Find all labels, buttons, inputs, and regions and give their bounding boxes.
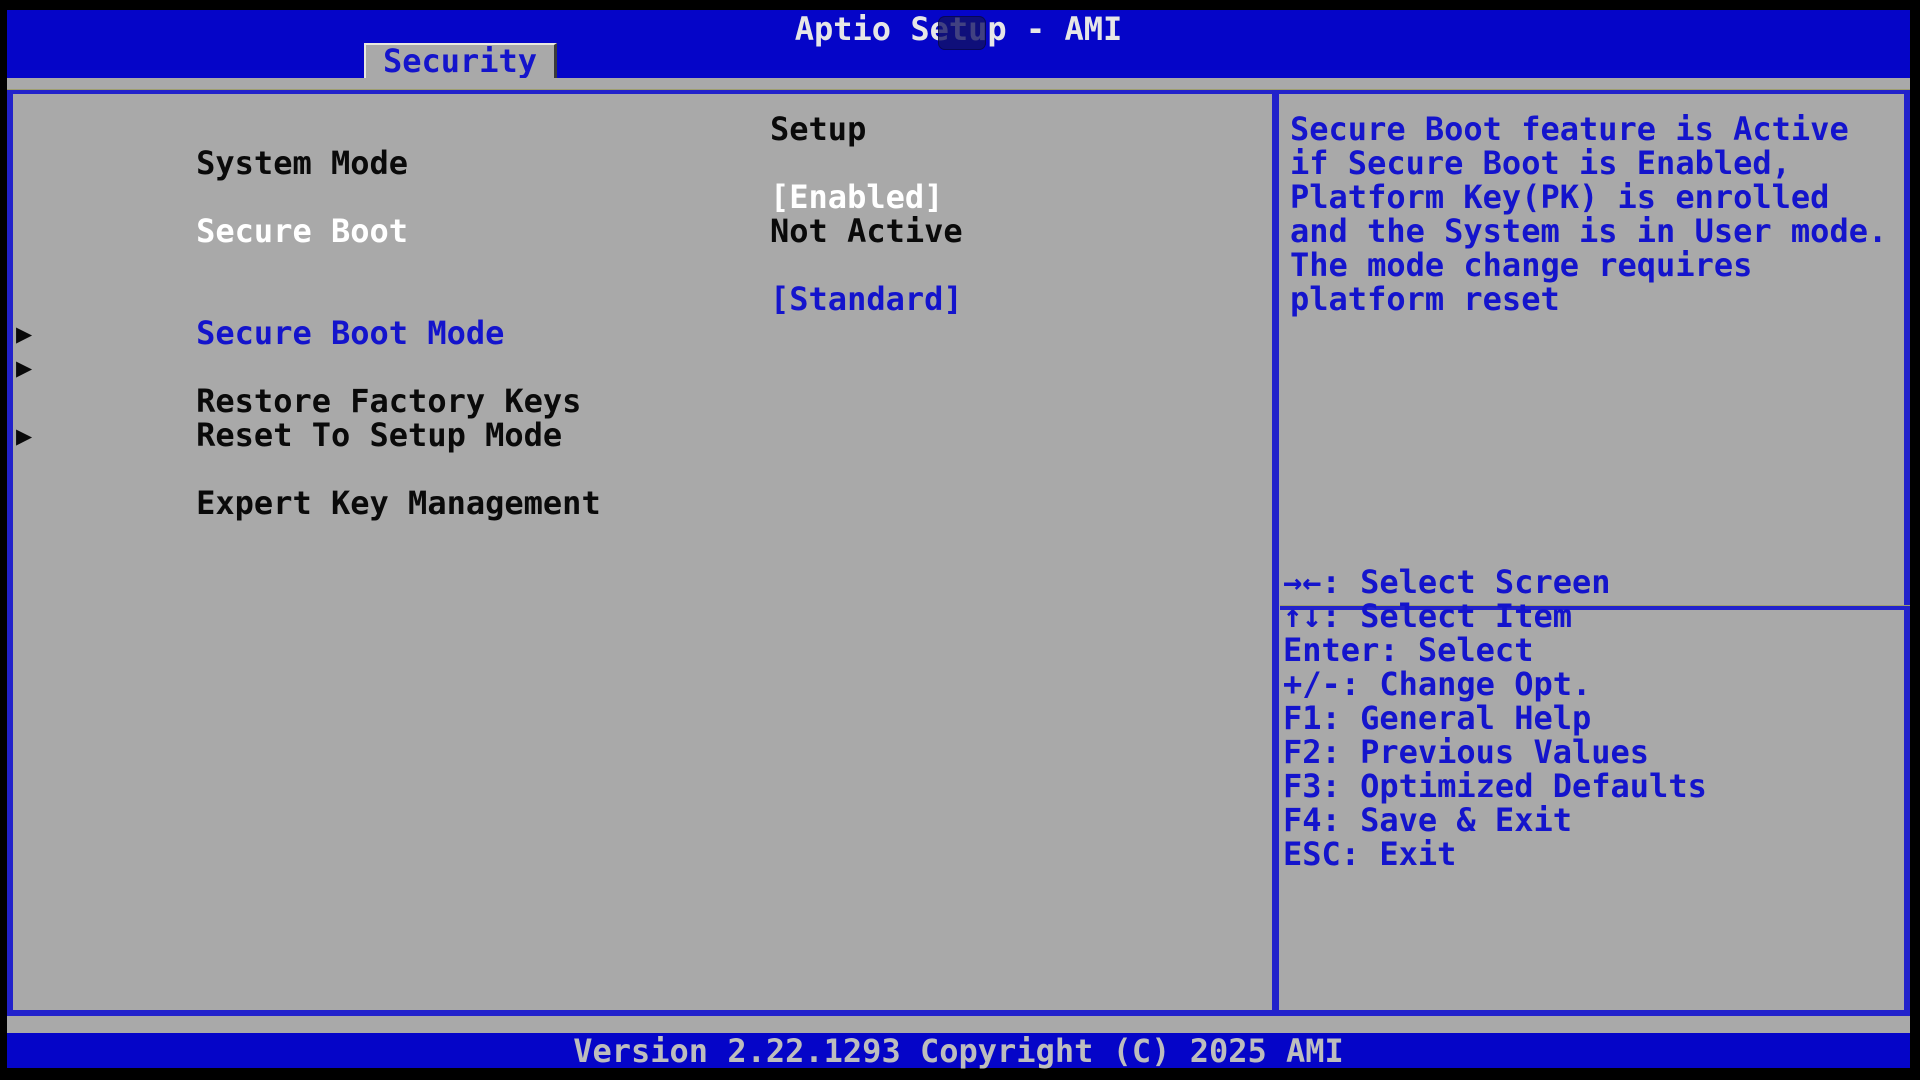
menu-item-secure-boot[interactable]: Secure Boot (42, 180, 408, 214)
title-bar: Aptio Setup - AMI Security (7, 10, 1910, 78)
status-secure-boot-note: Not Active (770, 214, 963, 248)
menu-item-label: Secure Boot (196, 212, 408, 250)
menu-item-system-mode: System Mode (42, 112, 408, 146)
legend-select-screen: →←: Select Screen (1283, 565, 1611, 599)
menu-item-secure-boot-mode[interactable]: Secure Boot Mode (42, 282, 504, 316)
mouse-cursor-artifact (938, 16, 986, 50)
legend-select-item: ↑↓: Select Item (1283, 599, 1572, 633)
help-text-line: Secure Boot feature is Active (1290, 112, 1849, 146)
panel-divider (1272, 90, 1279, 1016)
value-system-mode: Setup (770, 112, 866, 146)
help-text-line: Platform Key(PK) is enrolled (1290, 180, 1829, 214)
value-secure-boot-mode[interactable]: [Standard] (770, 282, 963, 316)
submenu-arrow-icon: ▶ (16, 351, 32, 385)
version-text: Version 2.22.1293 Copyright (C) 2025 AMI (7, 1034, 1910, 1068)
submenu-arrow-icon: ▶ (16, 317, 32, 351)
submenu-arrow-icon: ▶ (16, 419, 32, 453)
value-secure-boot[interactable]: [Enabled] (770, 180, 943, 214)
legend-esc-exit: ESC: Exit (1283, 837, 1456, 871)
legend-f4-save-exit: F4: Save & Exit (1283, 803, 1572, 837)
footer-bar: Version 2.22.1293 Copyright (C) 2025 AMI (7, 1033, 1910, 1068)
legend-f2-previous-values: F2: Previous Values (1283, 735, 1649, 769)
menu-item-expert-key-management[interactable]: ▶ Expert Key Management (42, 418, 601, 452)
legend-f1-general-help: F1: General Help (1283, 701, 1591, 735)
legend-enter-select: Enter: Select (1283, 633, 1533, 667)
bios-screen: Aptio Setup - AMI Security System Mode S… (7, 10, 1910, 1068)
help-text-line: if Secure Boot is Enabled, (1290, 146, 1791, 180)
tab-security[interactable]: Security (364, 43, 557, 78)
help-text-line: and the System is in User mode. (1290, 214, 1887, 248)
menu-item-reset-to-setup-mode[interactable]: ▶ Reset To Setup Mode (42, 350, 562, 384)
menu-item-label: Restore Factory Keys (196, 382, 581, 420)
body-area: System Mode Setup Secure Boot [Enabled] … (7, 78, 1910, 1033)
legend-f3-optimized-defaults: F3: Optimized Defaults (1283, 769, 1707, 803)
help-text-line: platform reset (1290, 282, 1560, 316)
legend-change-opt: +/-: Change Opt. (1283, 667, 1591, 701)
menu-item-label: System Mode (196, 144, 408, 182)
menu-item-label: Expert Key Management (196, 484, 601, 522)
help-text-line: The mode change requires (1290, 248, 1752, 282)
menu-item-restore-factory-keys[interactable]: ▶ Restore Factory Keys (42, 316, 581, 350)
